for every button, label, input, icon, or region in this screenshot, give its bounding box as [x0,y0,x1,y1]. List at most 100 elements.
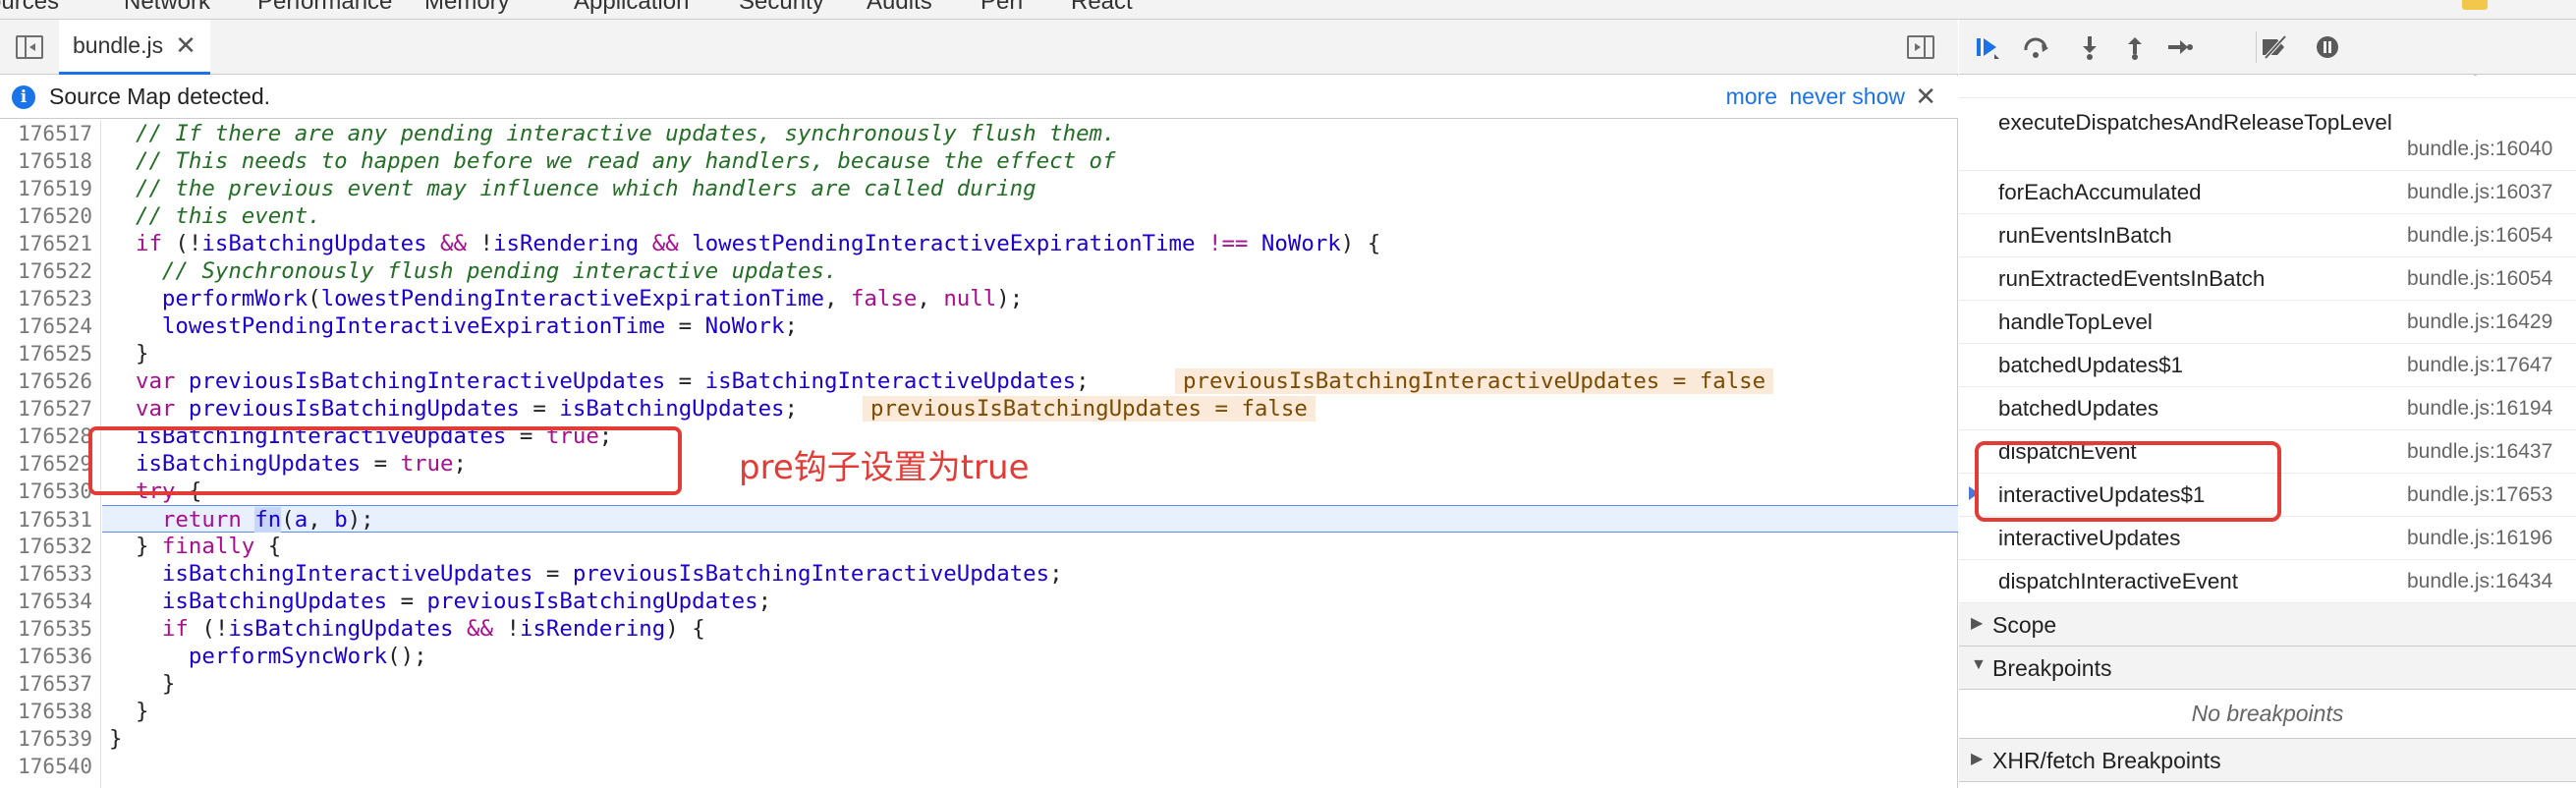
line-number[interactable]: 176529 [0,450,92,478]
frame-location[interactable]: bundle.js:16429 [2407,310,2552,334]
frame-location[interactable]: bundle.js:16437 [2407,440,2552,464]
toggle-debugger-icon[interactable] [1907,35,1934,59]
frame-location[interactable]: bundle.js:16194 [2407,397,2552,421]
toggle-navigator-icon[interactable] [16,35,43,59]
line-number[interactable]: 176519 [0,175,92,202]
code-line[interactable]: 176535 if (!isBatchingUpdates && !isRend… [0,615,1958,643]
step-out-icon[interactable] [2120,33,2150,61]
frame-location[interactable]: bundle.js:17653 [2407,483,2552,507]
line-number[interactable]: 176530 [0,478,92,505]
frame-location[interactable]: bundle.js:17647 [2407,354,2552,377]
xhr-breakpoints-section[interactable]: ▶ XHR/fetch Breakpoints [1959,739,2576,782]
code-line[interactable]: 176524 lowestPendingInteractiveExpiratio… [0,312,1958,340]
code-line[interactable]: 176534 isBatchingUpdates = previousIsBat… [0,588,1958,615]
frame-function: batchedUpdates$1 [1998,353,2183,377]
scope-section[interactable]: ▶ Scope [1959,603,2576,647]
call-frame[interactable]: runEventsInBatch bundle.js:16054 [1959,214,2576,257]
line-number[interactable]: 176532 [0,533,92,560]
frame-location[interactable]: bundle.js:16037 [2407,181,2552,204]
resume-icon[interactable] [1973,33,2002,61]
call-frame[interactable]: batchedUpdates bundle.js:16194 [1959,387,2576,430]
line-number[interactable]: 176539 [0,725,92,753]
line-number[interactable]: 176533 [0,560,92,588]
code-line[interactable]: 176520 // this event. [0,202,1958,230]
close-icon[interactable]: ✕ [1915,82,1936,112]
never-show-link[interactable]: never show [1789,84,1905,110]
panel-tab[interactable]: Security [739,0,824,16]
call-frame[interactable]: handleTopLevel bundle.js:16429 [1959,301,2576,344]
line-number[interactable]: 176524 [0,312,92,340]
panel-tab[interactable]: React [1071,0,1133,16]
line-number[interactable]: 176527 [0,395,92,422]
panel-tab[interactable]: Performance [257,0,392,16]
source-map-infobar: i Source Map detected. more never show ✕ [0,76,1958,119]
code-line[interactable]: 176540 [0,753,1958,780]
info-icon: i [12,84,35,109]
more-link[interactable]: more [1726,84,1777,110]
call-frame[interactable]: executeDispatchesAndReleaseTopLevel bundl… [1959,98,2576,171]
panel-tab[interactable]: Audits [867,0,932,16]
panel-tab[interactable]: Sources [0,0,59,16]
code-line[interactable]: 176523 performWork(lowestPendingInteract… [0,285,1958,312]
line-number[interactable]: 176540 [0,753,92,780]
call-frame[interactable]: runExtractedEventsInBatch bundle.js:16054 [1959,257,2576,301]
pause-on-exceptions-icon[interactable] [2313,33,2342,61]
frame-location[interactable]: bundle.js:16054 [2407,224,2552,248]
code-line[interactable]: 176518 // This needs to happen before we… [0,147,1958,175]
warning-badge[interactable] [2462,0,2488,10]
line-number[interactable]: 176537 [0,670,92,698]
code-line[interactable]: 176522 // Synchronously flush pending in… [0,257,1958,285]
line-number[interactable]: 176517 [0,120,92,147]
code-line[interactable]: 176525 } [0,340,1958,367]
frame-location[interactable]: bundle.js:16040 [2407,138,2552,161]
code-line[interactable]: 176531 return fn(a, b); [18,505,1958,533]
frame-location[interactable]: bundle.js:16054 [2407,267,2552,291]
code-line[interactable]: 176532 } finally { [0,533,1958,560]
panel-tab[interactable]: Network [124,0,210,16]
code-line[interactable]: 176536 performSyncWork(); [0,643,1958,670]
code-line[interactable]: 176521 if (!isBatchingUpdates && !isRend… [0,230,1958,257]
call-frame[interactable]: bundle.js:1 [1959,75,2576,98]
line-number[interactable]: 176536 [0,643,92,670]
call-frame[interactable]: batchedUpdates$1 bundle.js:17647 [1959,344,2576,387]
devtools-panel-tabs: Sources Network Performance Memory Applicati… [0,0,2576,20]
line-number[interactable]: 176528 [0,422,92,450]
code-line[interactable]: 176539} [0,725,1958,753]
step-icon[interactable] [2165,33,2195,61]
triangle-down-icon: ▼ [1971,656,1987,673]
line-number[interactable]: 176521 [0,230,92,257]
deactivate-breakpoints-icon[interactable] [2260,33,2289,61]
line-number[interactable]: 176538 [0,698,92,725]
line-number[interactable]: 176523 [0,285,92,312]
call-frame[interactable]: dispatchInteractiveEvent bundle.js:16434 [1959,560,2576,603]
line-number[interactable]: 176520 [0,202,92,230]
breakpoints-section[interactable]: ▼ Breakpoints [1959,647,2576,690]
step-into-icon[interactable] [2075,33,2104,61]
file-tab-label: bundle.js [73,32,164,58]
close-icon[interactable]: ✕ [175,30,196,61]
line-number[interactable]: 176526 [0,367,92,395]
code-text: if (!isBatchingUpdates && !isRendering &… [135,231,1381,256]
file-tab-bar: bundle.js ✕ [0,20,1958,75]
line-number[interactable]: 176535 [0,615,92,643]
code-line[interactable]: 176537 } [0,670,1958,698]
step-over-icon[interactable] [2022,33,2051,61]
frame-location[interactable]: bundle.js:16196 [2407,527,2552,550]
panel-tab[interactable]: Perf [980,0,1024,16]
code-line[interactable]: 176538 } [0,698,1958,725]
panel-tab[interactable]: Application [574,0,689,16]
line-number[interactable]: 176522 [0,257,92,285]
code-line[interactable]: 176517 // If there are any pending inter… [0,120,1958,147]
line-number[interactable]: 176518 [0,147,92,175]
panel-tab[interactable]: Memory [424,0,510,16]
code-line[interactable]: 176519 // the previous event may influen… [0,175,1958,202]
call-frame[interactable]: forEachAccumulated bundle.js:16037 [1959,171,2576,214]
code-line[interactable]: 176533 isBatchingInteractiveUpdates = pr… [0,560,1958,588]
file-tab-bundle[interactable]: bundle.js ✕ [59,20,210,75]
line-number[interactable]: 176525 [0,340,92,367]
frame-location[interactable]: bundle.js:16434 [2407,570,2552,593]
frame-location[interactable]: bundle.js:1 [2407,75,2507,77]
call-frame[interactable]: interactiveUpdates bundle.js:16196 [1959,517,2576,560]
line-number[interactable]: 176531 [0,506,92,534]
line-number[interactable]: 176534 [0,588,92,615]
